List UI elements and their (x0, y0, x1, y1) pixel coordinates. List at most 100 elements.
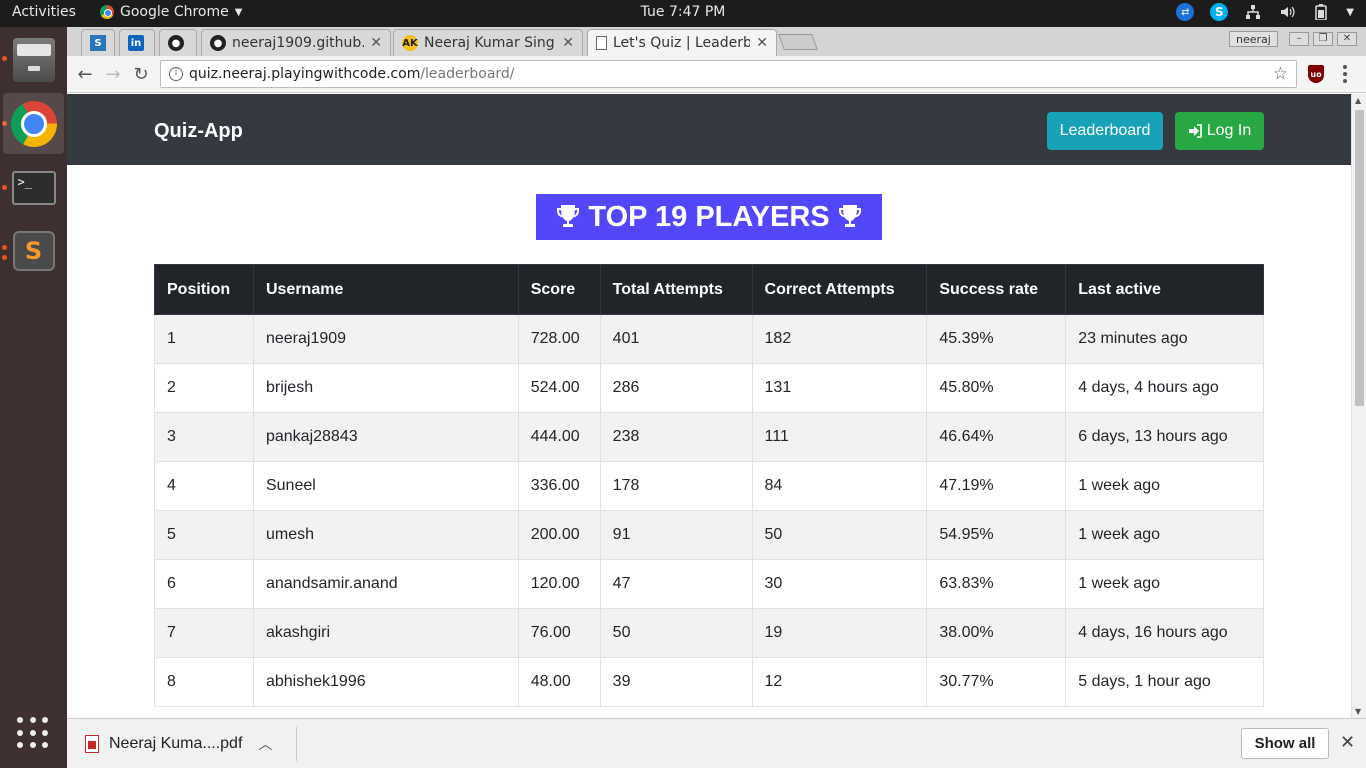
github-icon: ● (210, 35, 226, 51)
dock: >_ S (0, 27, 67, 768)
cell-success-rate: 45.39% (926, 314, 1067, 364)
chrome-menu-icon[interactable] (1337, 64, 1353, 84)
address-bar[interactable]: i quiz.neeraj.playingwithcode.com/leader… (160, 60, 1297, 88)
app-menu[interactable]: Google Chrome ▼ (100, 4, 242, 20)
tab-linkedin[interactable]: in (119, 29, 155, 56)
system-menu-chevron-icon[interactable]: ▼ (1346, 7, 1354, 18)
leaderboard-button[interactable]: Leaderboard (1047, 112, 1163, 150)
cell-last-active: 5 days, 1 hour ago (1065, 657, 1264, 707)
sublime-text-icon: S (12, 230, 55, 271)
bookmark-star-icon[interactable]: ☆ (1273, 64, 1288, 84)
new-tab-button[interactable] (778, 34, 818, 50)
info-icon[interactable]: i (169, 67, 183, 81)
volume-icon[interactable] (1278, 3, 1296, 21)
cell-score: 120.00 (517, 559, 601, 609)
site-brand[interactable]: Quiz-App (154, 120, 243, 143)
download-item[interactable]: Neeraj Kuma....pdf ︿ (85, 728, 272, 760)
cell-username[interactable]: abhishek1996 (252, 657, 519, 707)
battery-icon[interactable] (1312, 3, 1330, 21)
dock-files[interactable] (3, 29, 64, 90)
cell-username[interactable]: pankaj28843 (252, 412, 519, 462)
dock-terminal[interactable]: >_ (3, 157, 64, 218)
linkedin-icon: in (128, 35, 144, 51)
clock[interactable]: Tue 7:47 PM (641, 4, 726, 20)
cell-last-active: 23 minutes ago (1065, 314, 1264, 364)
login-button[interactable]: Log In (1175, 112, 1264, 150)
cell-position: 4 (154, 461, 254, 511)
network-icon[interactable] (1244, 3, 1262, 21)
close-window-icon[interactable]: ✕ (1337, 32, 1357, 46)
tab-leaderboard[interactable]: Let's Quiz | Leaderb ✕ (587, 29, 777, 56)
show-applications-icon[interactable] (17, 717, 49, 749)
back-arrow-icon[interactable]: ← (74, 63, 96, 85)
download-filename: Neeraj Kuma....pdf (109, 735, 243, 752)
table-header-row: Position Username Score Total Attempts C… (154, 264, 1264, 315)
dock-chrome[interactable] (3, 93, 64, 154)
cell-success-rate: 63.83% (926, 559, 1067, 609)
table-row: 7 akashgiri 76.00 50 19 38.00% 4 days, 16 hour… (154, 608, 1264, 658)
reload-icon[interactable]: ↻ (130, 63, 152, 85)
url-path: /leaderboard/ (420, 66, 515, 82)
column-header-total-attempts: Total Attempts (599, 264, 753, 315)
column-header-success-rate: Success rate (926, 264, 1067, 315)
app-menu-label: Google Chrome (120, 4, 229, 20)
cell-last-active: 1 week ago (1065, 510, 1264, 560)
close-icon[interactable]: ✕ (370, 35, 382, 51)
chevron-up-icon[interactable]: ︿ (258, 734, 272, 754)
close-icon[interactable]: ✕ (756, 35, 768, 51)
cell-score: 524.00 (517, 363, 601, 413)
cell-last-active: 4 days, 16 hours ago (1065, 608, 1264, 658)
tab-github-pages[interactable]: ● neeraj1909.github.i ✕ (201, 29, 391, 56)
tab-title: neeraj1909.github.i (232, 35, 365, 51)
cell-last-active: 4 days, 4 hours ago (1065, 363, 1264, 413)
cell-username[interactable]: brijesh (252, 363, 519, 413)
cell-username[interactable]: neeraj1909 (252, 314, 519, 364)
ak-icon: AK (402, 35, 418, 51)
maximize-icon[interactable]: ❐ (1313, 32, 1333, 46)
tab-title: Neeraj Kumar Singh (424, 35, 557, 51)
cell-username[interactable]: Suneel (252, 461, 519, 511)
cell-correct-attempts: 12 (751, 657, 928, 707)
banner-title: TOP 19 PLAYERS (588, 200, 830, 233)
close-icon[interactable]: ✕ (1340, 732, 1355, 753)
skype-icon[interactable]: S (1210, 3, 1229, 21)
forward-arrow-icon[interactable]: → (102, 63, 124, 85)
scroll-up-arrow-icon[interactable]: ▲ (1355, 96, 1361, 105)
page-scrollbar[interactable]: ▲ ▼ (1351, 94, 1366, 718)
tab-neeraj-kumar-singh[interactable]: AK Neeraj Kumar Singh ✕ (393, 29, 583, 56)
activities-button[interactable]: Activities (12, 4, 76, 20)
cell-total-attempts: 401 (599, 314, 753, 364)
cell-success-rate: 54.95% (926, 510, 1067, 560)
table-row: 5 umesh 200.00 91 50 54.95% 1 week ago (154, 510, 1264, 560)
dock-sublime[interactable]: S (3, 220, 64, 281)
cell-total-attempts: 286 (599, 363, 753, 413)
tab-scribd[interactable]: S (81, 29, 115, 56)
cell-position: 6 (154, 559, 254, 609)
cell-success-rate: 38.00% (926, 608, 1067, 658)
cell-username[interactable]: umesh (252, 510, 519, 560)
scroll-down-arrow-icon[interactable]: ▼ (1355, 707, 1361, 716)
chrome-icon (10, 100, 57, 147)
chevron-down-icon: ▼ (234, 6, 243, 18)
tab-github[interactable]: ● (159, 29, 197, 56)
show-all-button[interactable]: Show all (1241, 728, 1329, 759)
ublock-origin-icon[interactable]: uo (1308, 65, 1324, 83)
cell-total-attempts: 39 (599, 657, 753, 707)
profile-button[interactable]: neeraj (1229, 31, 1278, 47)
cell-username[interactable]: akashgiri (252, 608, 519, 658)
teamviewer-icon[interactable]: ⇄ (1176, 3, 1195, 21)
cell-score: 76.00 (517, 608, 601, 658)
scrollbar-thumb[interactable] (1355, 110, 1364, 406)
minimize-icon[interactable]: – (1289, 32, 1309, 46)
cell-last-active: 6 days, 13 hours ago (1065, 412, 1264, 462)
cell-total-attempts: 238 (599, 412, 753, 462)
table-row: 6 anandsamir.anand 120.00 47 30 63.83% 1 week … (154, 559, 1264, 609)
cell-correct-attempts: 111 (751, 412, 928, 462)
leaderboard-banner: TOP 19 PLAYERS (536, 194, 882, 240)
close-icon[interactable]: ✕ (562, 35, 574, 51)
cell-correct-attempts: 84 (751, 461, 928, 511)
cell-total-attempts: 91 (599, 510, 753, 560)
page-viewport: Quiz-App Leaderboard Log In TOP 19 PLAYE… (67, 94, 1351, 718)
table-row: 3 pankaj28843 444.00 238 111 46.64% 6 days, 13… (154, 412, 1264, 462)
cell-username[interactable]: anandsamir.anand (252, 559, 519, 609)
